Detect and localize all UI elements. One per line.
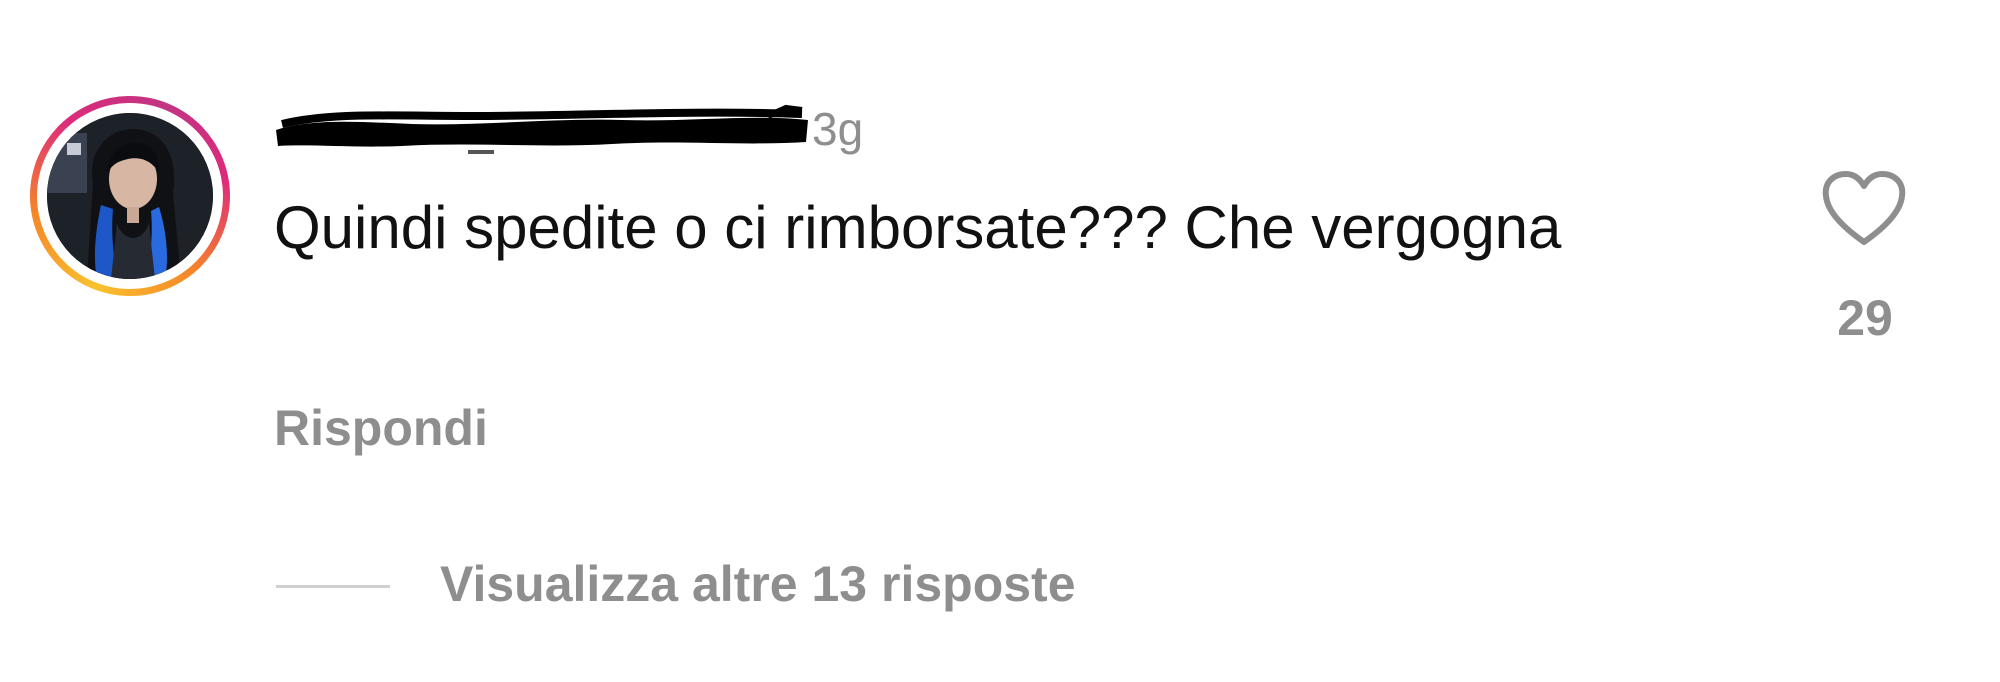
- avatar[interactable]: [47, 113, 213, 279]
- like-count: 29: [1837, 290, 1893, 346]
- comment-item: 3g Quindi spedite o ci rimborsate??? Che…: [0, 0, 2000, 682]
- reply-button[interactable]: Rispondi: [274, 398, 488, 458]
- like-group: 29: [1810, 168, 1920, 368]
- redaction-scribble: [276, 104, 808, 154]
- view-more-replies-label: Visualizza altre 13 risposte: [440, 556, 1076, 612]
- comment-text: Quindi spedite o ci rimborsate??? Che ve…: [274, 194, 1562, 261]
- comment-timestamp: 3g: [812, 103, 864, 155]
- avatar-ring-gap: [37, 103, 223, 289]
- view-more-replies-button[interactable]: Visualizza altre 13 risposte: [276, 554, 1376, 614]
- replies-divider-line: [276, 585, 390, 588]
- username-redacted[interactable]: [272, 104, 812, 154]
- avatar-story-ring[interactable]: [30, 96, 230, 296]
- heart-outline-icon[interactable]: [1820, 168, 1908, 248]
- avatar-icon: [47, 113, 213, 279]
